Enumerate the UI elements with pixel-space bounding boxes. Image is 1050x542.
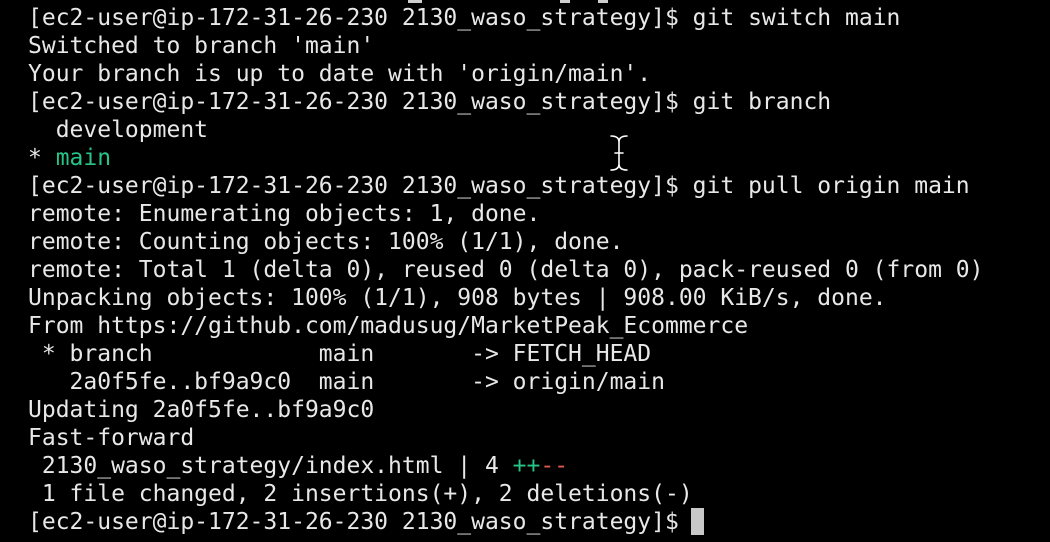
- prompt-line: [ec2-user@ip-172-31-26-230 2130_waso_str…: [28, 88, 983, 116]
- command: git branch: [678, 89, 832, 115]
- i-beam-cursor-icon: [609, 134, 629, 172]
- diffstat-file: 2130_waso_strategy/index.html | 4: [28, 453, 513, 479]
- prompt: [ec2-user@ip-172-31-26-230 2130_waso_str…: [28, 89, 679, 115]
- output-line: 2a0f5fe..bf9a9c0 main -> origin/main: [28, 369, 665, 395]
- text-cursor[interactable]: [690, 508, 704, 535]
- command: git pull origin main: [678, 173, 970, 199]
- output-line: Fast-forward: [28, 425, 195, 451]
- current-branch-marker: *: [28, 145, 56, 171]
- output-line: remote: Counting objects: 100% (1/1), do…: [28, 229, 624, 255]
- clipped-previous-line: [560, 0, 570, 3]
- current-branch-line: * main: [28, 144, 983, 172]
- output-line: From https://github.com/madusug/MarketPe…: [28, 313, 749, 339]
- terminal-output: [ec2-user@ip-172-31-26-230 2130_waso_str…: [28, 4, 983, 536]
- prompt-line: [ec2-user@ip-172-31-26-230 2130_waso_str…: [28, 4, 983, 32]
- prompt: [ec2-user@ip-172-31-26-230 2130_waso_str…: [28, 509, 679, 535]
- output-line: remote: Enumerating objects: 1, done.: [28, 201, 541, 227]
- output-line: Updating 2a0f5fe..bf9a9c0: [28, 397, 375, 423]
- output-line: 1 file changed, 2 insertions(+), 2 delet…: [28, 481, 693, 507]
- output-line: Your branch is up to date with 'origin/m…: [28, 61, 652, 87]
- diffstat-deletions: --: [540, 453, 569, 479]
- current-branch-name: main: [55, 145, 112, 171]
- prompt-line: [ec2-user@ip-172-31-26-230 2130_waso_str…: [28, 172, 983, 200]
- diffstat-line: 2130_waso_strategy/index.html | 4 ++--: [28, 452, 983, 480]
- prompt-line: [ec2-user@ip-172-31-26-230 2130_waso_str…: [28, 508, 983, 536]
- command: git switch main: [678, 5, 901, 31]
- terminal-window[interactable]: [ec2-user@ip-172-31-26-230 2130_waso_str…: [0, 0, 1050, 542]
- output-line: Switched to branch 'main': [28, 33, 375, 59]
- diffstat-insertions: ++: [512, 453, 541, 479]
- output-line: remote: Total 1 (delta 0), reused 0 (del…: [28, 257, 984, 283]
- prompt: [ec2-user@ip-172-31-26-230 2130_waso_str…: [28, 5, 679, 31]
- output-line: Unpacking objects: 100% (1/1), 908 bytes…: [28, 285, 887, 311]
- output-line: development: [28, 117, 209, 143]
- output-line: * branch main -> FETCH_HEAD: [28, 341, 652, 367]
- prompt: [ec2-user@ip-172-31-26-230 2130_waso_str…: [28, 173, 679, 199]
- clipped-previous-line: [408, 0, 422, 3]
- clipped-previous-line: [598, 0, 608, 3]
